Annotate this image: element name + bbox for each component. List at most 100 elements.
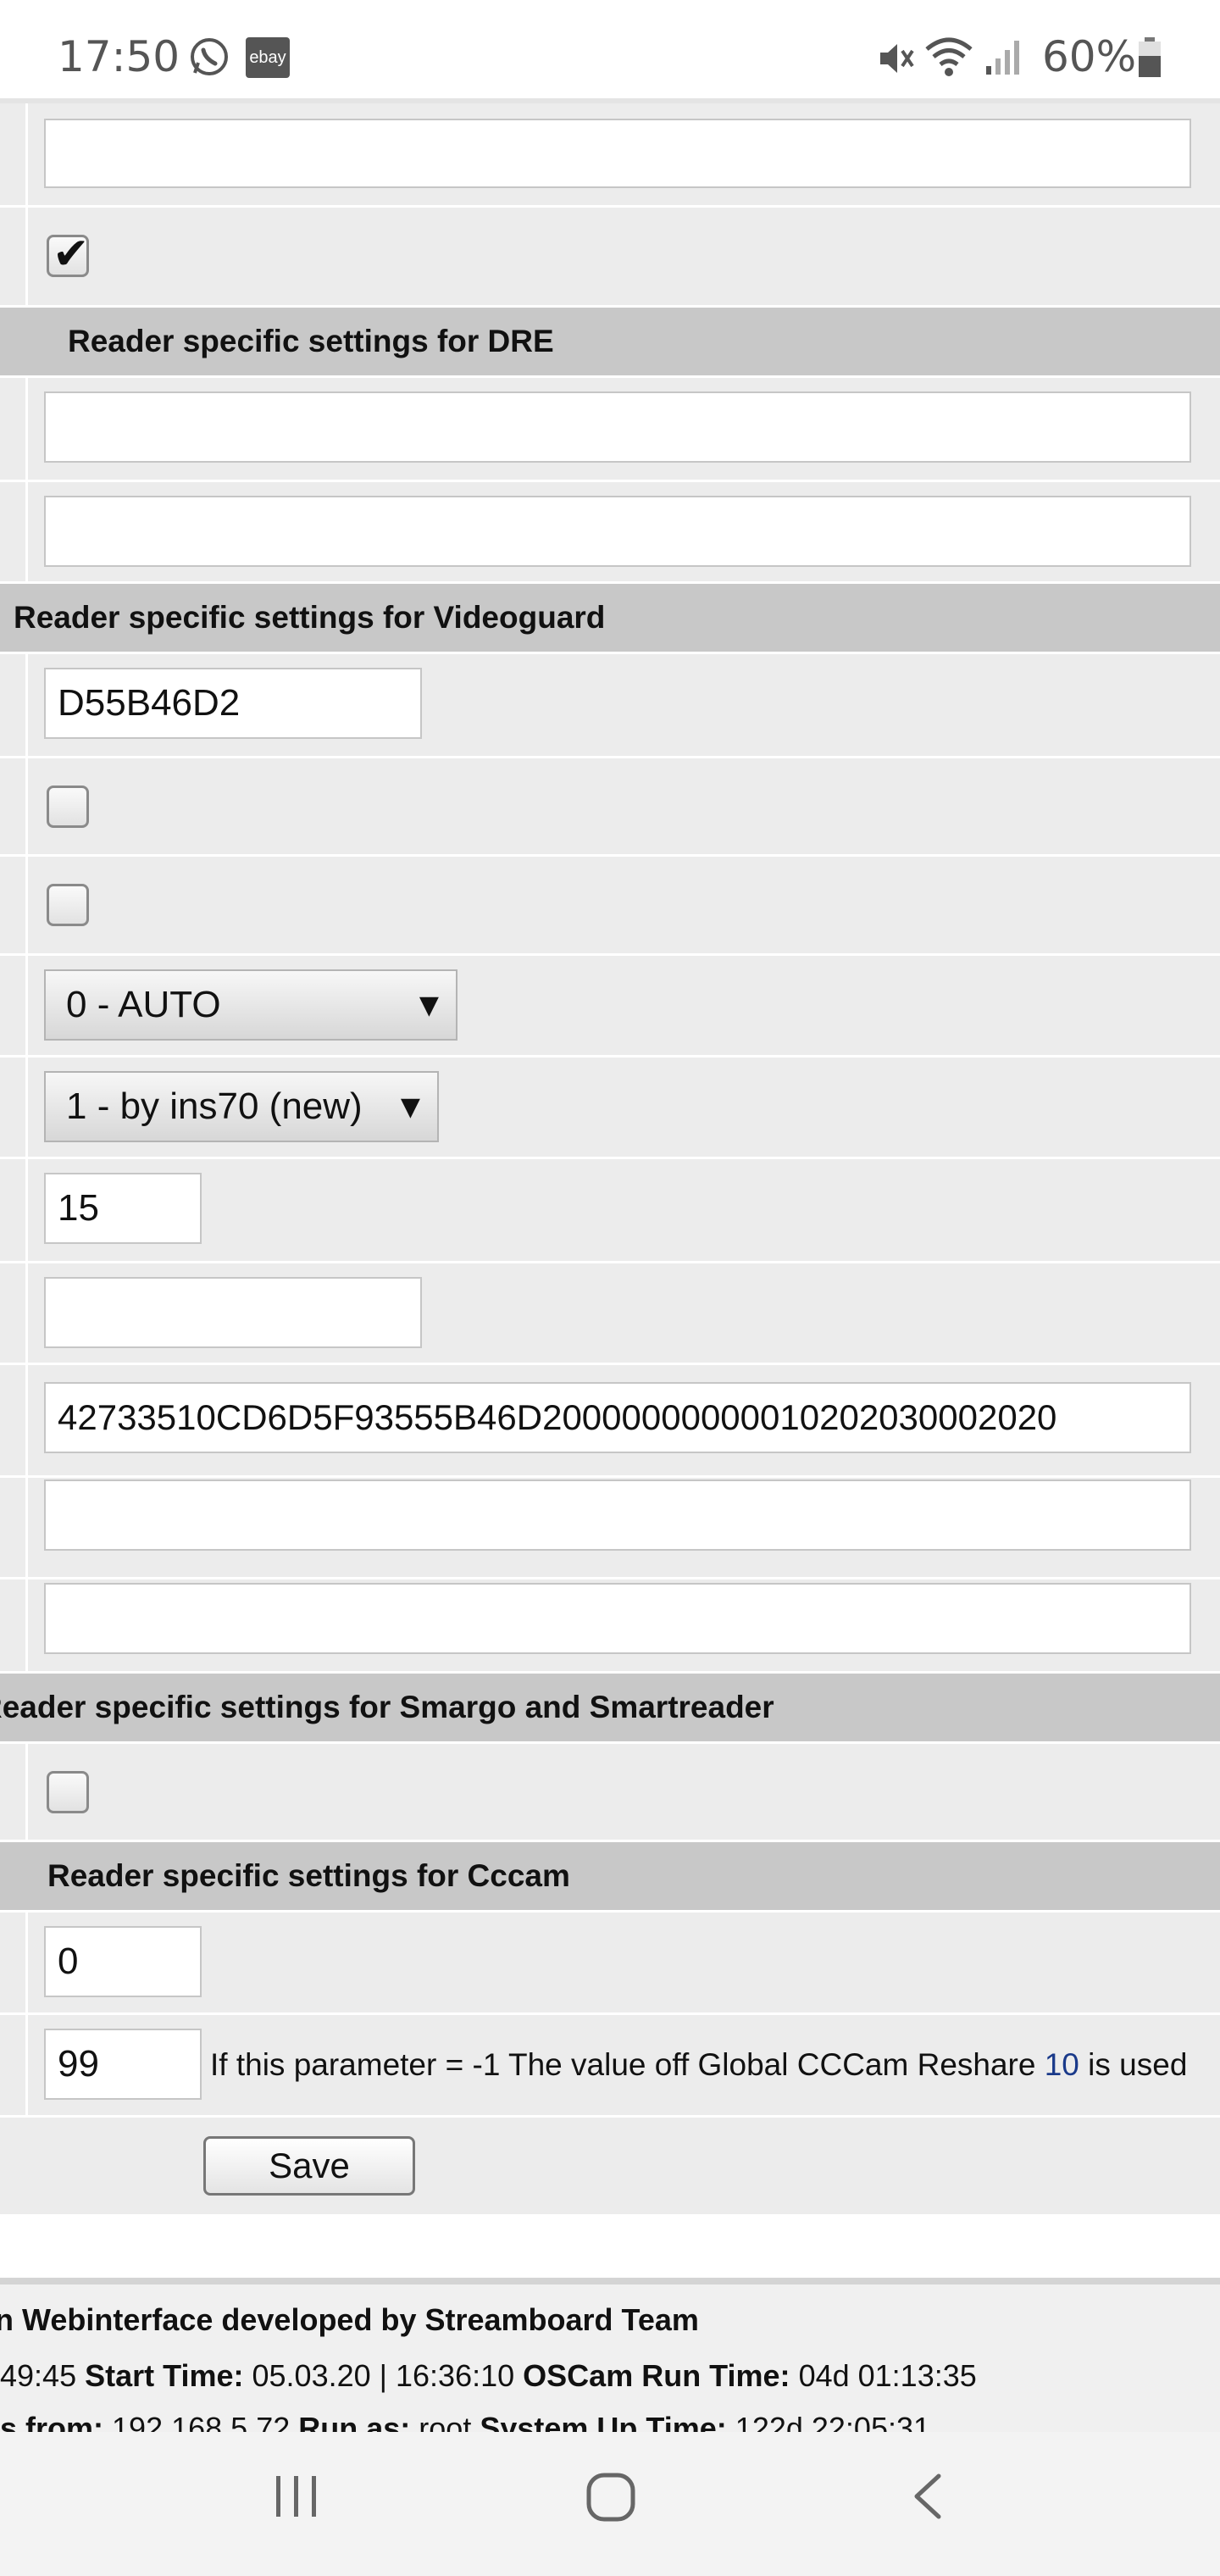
row-gutter bbox=[25, 208, 28, 305]
reshare-note-text: If this parameter = -1 The value off Glo… bbox=[210, 2047, 1045, 2082]
section-title: Reader specific settings for Smargo and … bbox=[0, 1690, 774, 1724]
status-time: 17:50 bbox=[58, 32, 180, 81]
settings-row: D55B46D2 bbox=[0, 654, 1220, 758]
status-bar: 17:50 ebay 60% bbox=[0, 0, 1220, 98]
ebay-icon: ebay bbox=[246, 37, 290, 78]
section-header-smargo: Reader specific settings for Smargo and … bbox=[0, 1674, 1220, 1741]
boxkey-input[interactable]: D55B46D2 bbox=[44, 668, 422, 739]
row-gutter bbox=[25, 956, 28, 1055]
row-gutter bbox=[25, 1913, 28, 2012]
text-input[interactable] bbox=[44, 1480, 1191, 1551]
row-gutter bbox=[25, 758, 28, 854]
row-gutter bbox=[25, 1478, 28, 1577]
footer-times: 49:45 Start Time: 05.03.20 | 16:36:10 OS… bbox=[0, 2361, 1220, 2391]
access-from-label: s from: bbox=[0, 2413, 104, 2432]
settings-row: 99 If this parameter = -1 The value off … bbox=[0, 2015, 1220, 2118]
android-nav-bar bbox=[0, 2432, 1220, 2576]
footer-divider bbox=[0, 2278, 1220, 2285]
row-gutter bbox=[25, 857, 28, 953]
settings-row bbox=[0, 103, 1220, 208]
row-gutter bbox=[25, 1744, 28, 1840]
dre-input-2[interactable] bbox=[44, 496, 1191, 567]
footer-gap bbox=[0, 2214, 1220, 2278]
number-input[interactable]: 0 bbox=[44, 1926, 202, 1997]
section-header-dre: Reader specific settings for DRE bbox=[0, 308, 1220, 375]
text-input[interactable] bbox=[44, 1277, 422, 1348]
wifi-icon bbox=[923, 34, 974, 78]
footer-system: s from: 192.168.5.72 Run as: root System… bbox=[0, 2413, 1220, 2432]
dropdown-arrow-icon: ▼ bbox=[419, 990, 439, 1020]
access-from-value: 192.168.5.72 bbox=[112, 2413, 291, 2432]
run-as-label: Run as: bbox=[298, 2413, 411, 2432]
settings-row bbox=[0, 1263, 1220, 1365]
settings-row bbox=[0, 482, 1220, 584]
section-title: Reader specific settings for Videoguard bbox=[14, 600, 606, 635]
checkbox-unchecked[interactable] bbox=[47, 884, 89, 926]
settings-row bbox=[0, 1478, 1220, 1579]
settings-row: 0 - AUTO ▼ bbox=[0, 956, 1220, 1058]
footer-time-fragment: 49:45 bbox=[0, 2358, 77, 2393]
mute-icon bbox=[877, 39, 916, 78]
row-gutter bbox=[25, 1159, 28, 1261]
footer-credit: n Webinterface developed by Streamboard … bbox=[0, 2302, 699, 2337]
ebay-label: ebay bbox=[249, 47, 286, 67]
reshare-input[interactable]: 99 bbox=[44, 2029, 202, 2100]
signal-icon bbox=[983, 37, 1022, 76]
settings-row bbox=[0, 758, 1220, 857]
reshare-note: If this parameter = -1 The value off Glo… bbox=[210, 2047, 1187, 2083]
key-input[interactable]: 42733510CD6D5F93555B46D20000000000010202… bbox=[44, 1382, 1191, 1453]
battery-icon bbox=[1137, 37, 1162, 78]
run-as-value: root bbox=[419, 2413, 472, 2432]
reshare-global-value: 10 bbox=[1044, 2047, 1079, 2082]
runtime-value: 04d 01:13:35 bbox=[798, 2358, 977, 2393]
uptime-label: System Up Time: bbox=[480, 2413, 727, 2432]
whatsapp-icon bbox=[188, 36, 230, 78]
row-gutter bbox=[25, 1263, 28, 1363]
row-gutter bbox=[25, 378, 28, 480]
row-gutter bbox=[25, 1058, 28, 1157]
section-header-videoguard: Reader specific settings for Videoguard bbox=[0, 584, 1220, 652]
recent-apps-icon[interactable] bbox=[269, 2473, 324, 2520]
number-input[interactable]: 15 bbox=[44, 1173, 202, 1244]
settings-row bbox=[0, 378, 1220, 482]
start-time-value: 05.03.20 | 16:36:10 bbox=[252, 2358, 515, 2393]
battery-percent: 60% bbox=[1042, 32, 1137, 81]
row-gutter bbox=[25, 2015, 28, 2115]
settings-row: 0 bbox=[0, 1913, 1220, 2015]
row-gutter bbox=[25, 482, 28, 581]
select-value: 0 - AUTO bbox=[66, 984, 221, 1025]
section-header-cccam: Reader specific settings for Cccam bbox=[0, 1842, 1220, 1910]
section-title: Reader specific settings for Cccam bbox=[47, 1858, 570, 1893]
reshare-note-text-end: is used bbox=[1079, 2047, 1188, 2082]
check-mark-icon: ✔ bbox=[53, 229, 90, 280]
section-title: Reader specific settings for DRE bbox=[68, 324, 554, 358]
settings-row: 1 - by ins70 (new) ▼ bbox=[0, 1058, 1220, 1159]
checkbox-unchecked[interactable] bbox=[47, 786, 89, 828]
settings-row: 15 bbox=[0, 1159, 1220, 1263]
row-gutter bbox=[25, 654, 28, 756]
checkbox-checked[interactable]: ✔ bbox=[47, 229, 90, 280]
dre-input-1[interactable] bbox=[44, 391, 1191, 463]
row-gutter bbox=[25, 1365, 28, 1475]
runtime-label: OSCam Run Time: bbox=[523, 2358, 790, 2393]
dropdown-arrow-icon: ▼ bbox=[400, 1091, 420, 1122]
text-input[interactable] bbox=[44, 1583, 1191, 1654]
settings-row bbox=[0, 1744, 1220, 1842]
settings-row bbox=[0, 1579, 1220, 1674]
checkbox-unchecked[interactable] bbox=[47, 1771, 89, 1813]
settings-row: 42733510CD6D5F93555B46D20000000000010202… bbox=[0, 1365, 1220, 1478]
settings-row bbox=[0, 857, 1220, 956]
mode-select[interactable]: 0 - AUTO ▼ bbox=[44, 969, 458, 1041]
text-input[interactable] bbox=[44, 119, 1191, 188]
select-value: 1 - by ins70 (new) bbox=[66, 1085, 363, 1127]
save-row: Save bbox=[0, 2118, 1220, 2214]
settings-row: ✔ bbox=[0, 208, 1220, 308]
row-gutter bbox=[25, 1579, 28, 1671]
uptime-value: 122d 22:05:31 bbox=[735, 2413, 931, 2432]
home-icon[interactable] bbox=[585, 2471, 637, 2523]
start-time-label: Start Time: bbox=[85, 2358, 244, 2393]
row-gutter bbox=[25, 103, 28, 205]
save-button[interactable]: Save bbox=[203, 2136, 415, 2196]
back-icon[interactable] bbox=[907, 2473, 949, 2520]
ins-select[interactable]: 1 - by ins70 (new) ▼ bbox=[44, 1071, 439, 1142]
